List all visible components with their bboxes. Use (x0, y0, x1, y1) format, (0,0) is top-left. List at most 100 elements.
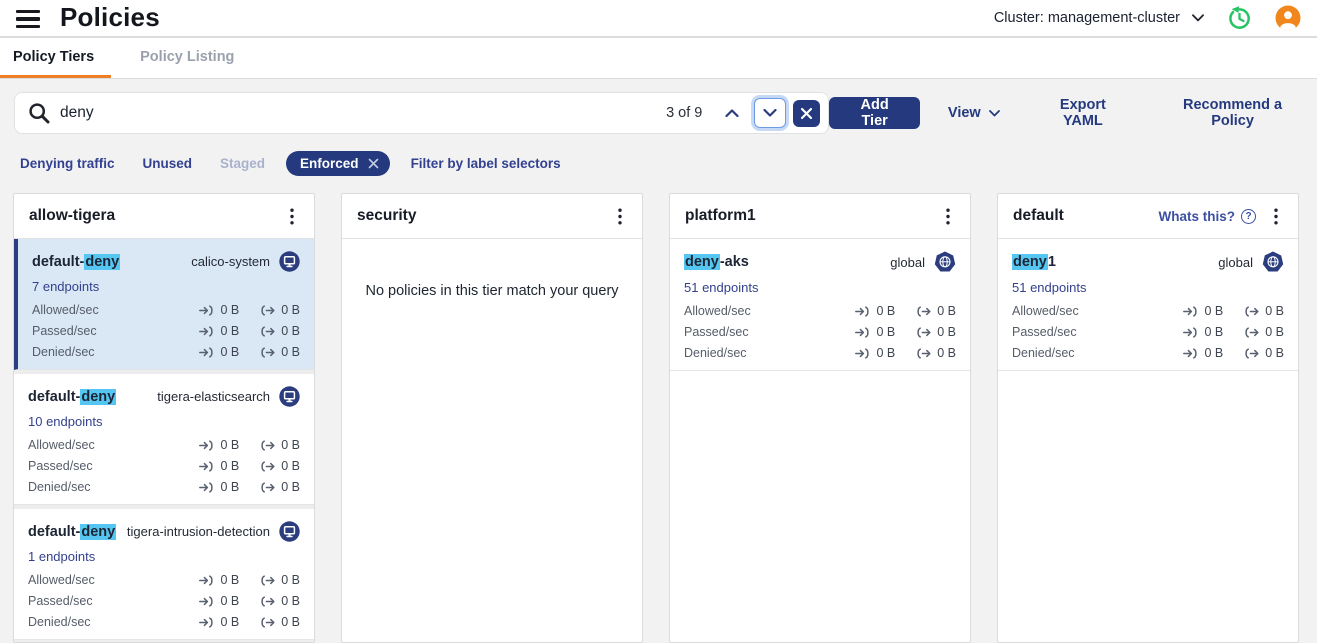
ingress-icon (855, 348, 870, 359)
metric-value-out: 0 B (281, 480, 300, 494)
egress-icon (916, 348, 931, 359)
policy-scope: calico-system (191, 251, 300, 272)
metric-label: Passed/sec (1012, 325, 1077, 339)
metric-value-in: 0 B (220, 438, 239, 452)
egress-icon (1244, 306, 1259, 317)
chip-close-icon[interactable] (368, 158, 379, 169)
add-tier-button[interactable]: Add Tier (829, 97, 920, 129)
search-highlight: deny (84, 254, 120, 270)
ingress-icon (199, 326, 214, 337)
tier-menu-button[interactable] (1266, 208, 1286, 225)
ingress-icon (199, 482, 214, 493)
content-area: 3 of 9 Add Tier View Export YAML Recomme… (0, 82, 1317, 643)
policy-card[interactable]: default-deny calico-system 7 endpoints A… (14, 239, 314, 370)
egress-icon (260, 440, 275, 451)
metric-row: Denied/sec 0 B 0 B (28, 480, 300, 494)
find-previous-button[interactable] (716, 98, 748, 128)
tab-policy-tiers[interactable]: Policy Tiers (0, 38, 111, 78)
ingress-icon (199, 575, 214, 586)
whats-this-link[interactable]: Whats this? ? (1159, 209, 1257, 224)
recommend-policy-button[interactable]: Recommend a Policy (1162, 97, 1303, 129)
name-prefix: default- (28, 524, 80, 540)
tier-menu-button[interactable] (938, 208, 958, 225)
metric-value-in: 0 B (1204, 346, 1223, 360)
filter-denying-traffic[interactable]: Denying traffic (20, 156, 115, 171)
policy-card[interactable]: default-deny tigera-elasticsearch 10 end… (14, 370, 314, 505)
policy-name-row: deny1 global (1012, 251, 1284, 273)
endpoints-link[interactable]: 7 endpoints (32, 279, 99, 294)
tier-card-list: default-deny calico-system 7 endpoints A… (14, 239, 314, 642)
metric-value-in: 0 B (876, 304, 895, 318)
policy-card[interactable]: default-deny tigera-intrusion-detection … (14, 505, 314, 640)
search-highlight: deny (80, 524, 116, 540)
tab-policy-listing-label: Policy Listing (140, 49, 234, 65)
metric-value-in: 0 B (1204, 304, 1223, 318)
app-header: Policies Cluster: management-cluster (0, 0, 1317, 36)
ingress-icon (1183, 348, 1198, 359)
metrics-list: Allowed/sec 0 B 0 B Passed/sec 0 B 0 B (28, 573, 300, 629)
enforced-filter-chip[interactable]: Enforced (286, 151, 390, 176)
endpoints-link[interactable]: 1 endpoints (28, 549, 95, 564)
ingress-icon (199, 461, 214, 472)
endpoints-link[interactable]: 51 endpoints (684, 280, 758, 295)
metric-label: Allowed/sec (1012, 304, 1079, 318)
metric-value-in: 0 B (1204, 325, 1223, 339)
tier-menu-button[interactable] (610, 208, 630, 225)
namespace-icon (279, 251, 300, 272)
toolbar: 3 of 9 Add Tier View Export YAML Recomme… (14, 92, 1303, 134)
hamburger-menu-icon[interactable] (16, 10, 40, 28)
filter-staged[interactable]: Staged (220, 156, 265, 171)
name-suffix: 1 (1048, 254, 1056, 270)
tier-header: platform1 (670, 194, 970, 239)
search-input[interactable] (60, 104, 666, 122)
metric-row: Allowed/sec 0 B 0 B (1012, 304, 1284, 318)
filter-by-label-selectors[interactable]: Filter by label selectors (411, 156, 561, 171)
egress-icon (916, 327, 931, 338)
metric-label: Denied/sec (1012, 346, 1075, 360)
policy-card[interactable]: deny-aks global 51 endpoints Allowed/sec (670, 239, 970, 371)
history-button[interactable] (1226, 5, 1253, 32)
tab-policy-tiers-label: Policy Tiers (13, 49, 94, 65)
empty-tier-message: No policies in this tier match your quer… (342, 283, 642, 299)
policy-scope: tigera-intrusion-detection (127, 521, 300, 542)
user-avatar-button[interactable] (1275, 5, 1301, 31)
metric-label: Denied/sec (28, 480, 91, 494)
metric-value-out: 0 B (1265, 304, 1284, 318)
name-prefix: default- (32, 254, 84, 270)
tier-column: platform1 deny-aks global (669, 193, 971, 643)
metric-row: Passed/sec 0 B 0 B (1012, 325, 1284, 339)
clear-search-button[interactable] (793, 100, 820, 127)
metrics-list: Allowed/sec 0 B 0 B Passed/sec 0 B 0 B (1012, 304, 1284, 360)
chevron-up-icon (725, 109, 739, 117)
cluster-selector[interactable]: Cluster: management-cluster (994, 10, 1204, 26)
metric-row: Denied/sec 0 B 0 B (32, 345, 300, 359)
egress-icon (260, 596, 275, 607)
metric-row: Denied/sec 0 B 0 B (684, 346, 956, 360)
export-yaml-button[interactable]: Export YAML (1040, 97, 1126, 129)
policy-name-row: deny-aks global (684, 251, 956, 273)
tier-title: platform1 (685, 207, 756, 225)
view-dropdown-button[interactable]: View (948, 105, 1000, 121)
tier-title: default (1013, 207, 1064, 225)
endpoints-link[interactable]: 51 endpoints (1012, 280, 1086, 295)
tier-column: default Whats this? ? deny1 global (997, 193, 1299, 643)
cluster-selector-label: Cluster: management-cluster (994, 10, 1180, 26)
global-icon (1262, 251, 1284, 273)
policy-card[interactable]: deny1 global 51 endpoints Allowed/sec (998, 239, 1298, 371)
metric-label: Allowed/sec (28, 438, 95, 452)
metric-value-out: 0 B (1265, 325, 1284, 339)
tier-board: allow-tigera default-deny calico-system (13, 193, 1317, 643)
filter-unused[interactable]: Unused (143, 156, 193, 171)
tier-menu-button[interactable] (282, 208, 302, 225)
metric-value-in: 0 B (220, 594, 239, 608)
endpoints-link[interactable]: 10 endpoints (28, 414, 102, 429)
metric-value-out: 0 B (281, 303, 300, 317)
metric-value-out: 0 B (281, 594, 300, 608)
policy-name: default-deny (28, 524, 116, 540)
metric-label: Passed/sec (684, 325, 749, 339)
tab-policy-listing[interactable]: Policy Listing (127, 38, 251, 78)
egress-icon (260, 326, 275, 337)
metric-row: Passed/sec 0 B 0 B (32, 324, 300, 338)
search-box: 3 of 9 (14, 92, 829, 134)
find-next-button[interactable] (754, 98, 786, 128)
